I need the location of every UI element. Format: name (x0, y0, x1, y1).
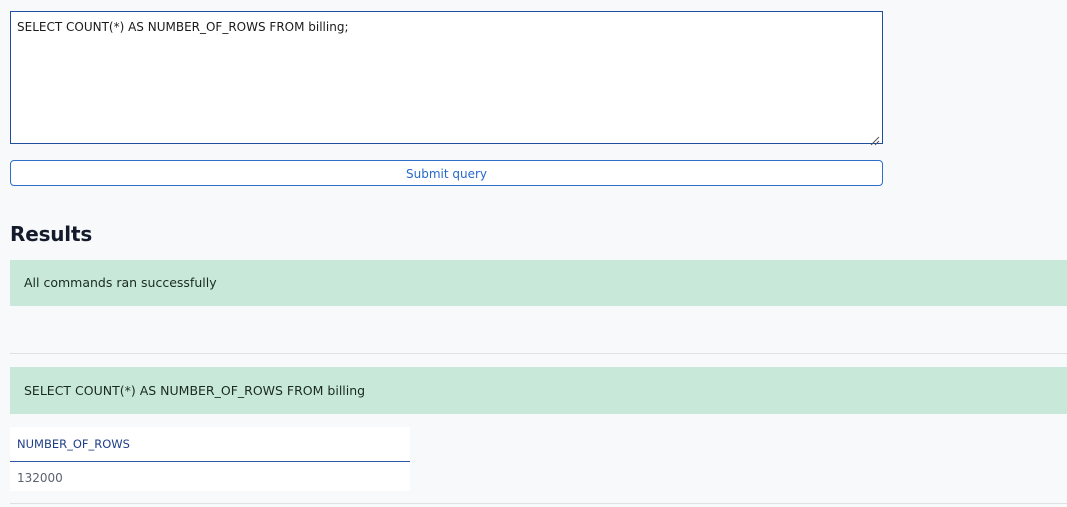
query-editor-container (10, 11, 883, 146)
divider (10, 503, 1067, 504)
submit-query-button[interactable]: Submit query (10, 160, 883, 186)
column-header-number-of-rows: NUMBER_OF_ROWS (10, 427, 410, 462)
executed-statement-banner: SELECT COUNT(*) AS NUMBER_OF_ROWS FROM b… (10, 367, 1067, 414)
table-header-row: NUMBER_OF_ROWS (10, 427, 410, 462)
results-heading: Results (10, 222, 93, 246)
page: Submit query Results All commands ran su… (0, 0, 1067, 507)
divider (10, 353, 1067, 354)
success-status-message: All commands ran successfully (10, 260, 1067, 306)
table-row: 132000 (10, 462, 410, 492)
resize-handle-icon[interactable] (870, 131, 880, 146)
result-table: NUMBER_OF_ROWS 132000 (10, 427, 410, 491)
table-cell-number-of-rows: 132000 (17, 470, 63, 485)
sql-query-input[interactable] (11, 12, 882, 143)
